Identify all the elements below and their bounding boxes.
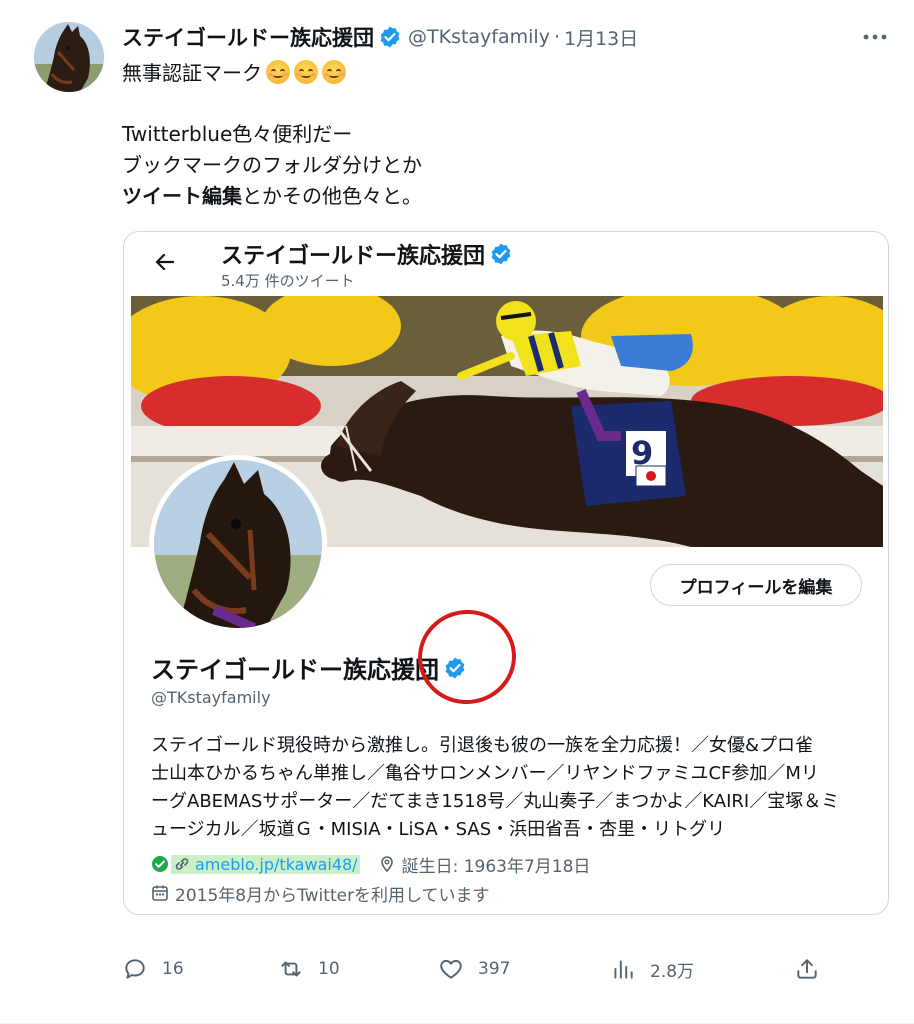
profile-header-name: ステイゴールドー族応援団 [221,244,486,269]
like-count: 397 [478,959,511,979]
retweet-count: 10 [318,959,340,979]
tweet-header: ステイゴールドー族応援団 @TKstayfamily · 1月13日 [122,22,638,52]
author-avatar[interactable] [34,22,104,92]
tweet-text-line-2: Twitterblue色々便利だー [122,122,353,146]
views-chart-icon [614,960,633,979]
verified-badge-icon [491,243,511,265]
tweet-text-line-4: ツイート編集とかその他色々と。 [122,181,422,211]
bio-line: ステイゴールド現役時から激推し。引退後も彼の一族を全力応援！／女優&プロ雀 [151,735,814,756]
tweet-count: 5.4万 件のツイート [221,272,355,290]
views-button[interactable]: 2.8万 [610,952,694,986]
smiling-face-emoji-icon [294,60,318,84]
tweet-text-content: 無事認証マーク [122,61,262,85]
horse-avatar-image [34,22,104,92]
verified-badge-icon[interactable] [378,25,402,49]
tweet-text-line-3: ブックマークのフォルダ分けとか [122,153,422,177]
profile-joined: 2015年8月からTwitterを利用しています [175,885,490,906]
profile-joined-row: 2015年8月からTwitterを利用しています [151,880,490,906]
profile-name-text: ステイゴールドー族応援団 [151,656,439,684]
separator-dot: · [553,26,560,48]
arrow-left-icon [155,253,175,271]
author-handle[interactable]: @TKstayfamily [408,26,550,48]
retweet-icon [281,961,301,977]
red-annotation-circle [411,603,523,711]
reply-count: 16 [162,959,184,979]
profile-header-title: ステイゴールドー族応援団 [221,238,513,270]
back-arrow-icon [151,250,179,278]
bio-line: ュージカル／坂道Ｇ・MISIA・LiSA・SAS・浜田省吾・杏里・リトグリ [151,819,726,840]
share-icon [797,959,817,979]
attached-image[interactable]: ステイゴールドー族応援団 5.4万 件のツイート 9 プロフィールを編集 ステイ… [123,231,889,915]
profile-avatar [149,455,327,633]
link-icon [175,858,189,870]
tweet-action-bar: 16 10 397 2.8万 [122,952,822,986]
calendar-icon [152,885,168,901]
retweet-button[interactable]: 10 [278,952,340,986]
edit-profile-button[interactable]: プロフィールを編集 [650,564,862,606]
profile-link-text[interactable]: ameblo.jp/tkawai48/ [195,855,358,874]
more-icon[interactable] [860,24,890,50]
profile-link[interactable]: ameblo.jp/tkawai48/ [171,854,360,874]
horse-avatar-large-image [154,460,322,628]
tweet-date[interactable]: 1月13日 [564,24,638,51]
bio-line: 士山本ひかるちゃん単推し／亀谷サロンメンバー／リヤンドファミユCF参加／Mリ [151,763,819,784]
profile-bio: ステイゴールド現役時から激推し。引退後も彼の一族を全力応援！／女優&プロ雀 士山… [151,732,863,844]
profile-birthday: 誕生日: 1963年7月18日 [401,856,591,877]
more-dots-icon [863,34,887,40]
smiling-face-emoji-icon [266,60,290,84]
bio-line: ーグABEMASサポーター／だてまき1518号／丸山奏子／まつかよ／KAIRI／… [151,791,840,812]
author-display-name[interactable]: ステイゴールドー族応援団 [122,22,374,52]
location-pin-icon [380,856,393,873]
share-button[interactable] [794,952,834,986]
tweet[interactable]: ステイゴールドー族応援団 @TKstayfamily · 1月13日 無事認証マ… [0,0,914,1024]
profile-handle: @TKstayfamily [151,688,271,707]
reply-icon [125,959,145,979]
check-circle-icon [152,856,168,872]
smiling-face-emoji-icon [322,60,346,84]
tweet-text-bold: ツイート編集 [122,184,242,208]
profile-meta-row: ameblo.jp/tkawai48/ 誕生日: 1963年7月18日 [151,850,590,878]
tweet-text-line-1: 無事認証マーク [122,58,346,88]
reply-button[interactable]: 16 [122,952,184,986]
views-count: 2.8万 [650,961,695,982]
tweet-text-rest: とかその他色々と。 [242,184,422,208]
like-button[interactable]: 397 [438,952,510,986]
heart-icon [440,959,462,979]
